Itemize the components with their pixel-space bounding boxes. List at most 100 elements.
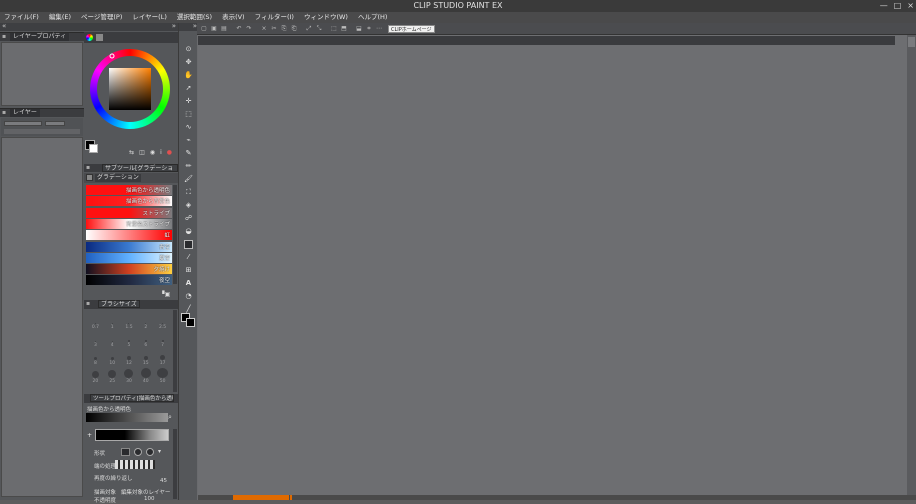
selection-launcher-icon[interactable]: ⬓ [355, 25, 363, 32]
color-wheel-graphic[interactable] [87, 46, 177, 139]
brush-size-cell[interactable]: 25 [104, 368, 121, 384]
save-icon[interactable]: ▤ [220, 25, 228, 32]
airbrush-tool-icon[interactable]: ⛶ [184, 188, 193, 197]
gradient-scrollbar[interactable] [173, 185, 177, 284]
frame-tool-icon[interactable]: ⊞ [184, 266, 193, 275]
brush-size-cell[interactable]: 1 [104, 314, 121, 330]
gradient-preset-item[interactable]: 夕焼け [86, 264, 172, 275]
menu-filter[interactable]: フィルター(I) [255, 12, 294, 23]
color-wheel-icon[interactable] [86, 34, 93, 41]
collapse-icon[interactable]: « [2, 22, 6, 30]
tool-property-scrollbar[interactable] [173, 429, 177, 499]
brush-size-cell[interactable]: 2.5 [154, 314, 171, 330]
tab-subtool-gradient[interactable]: サブツール[グラデーション] [102, 164, 178, 180]
undo-icon[interactable]: ↶ [235, 25, 243, 32]
brush-size-cell[interactable]: 6 [137, 332, 154, 348]
zoom-tool-icon[interactable]: ⊙ [184, 45, 193, 54]
brush-size-cell[interactable]: 1.5 [121, 314, 138, 330]
brush-size-cell[interactable]: 30 [121, 368, 138, 384]
maximize-button[interactable]: □ [894, 1, 902, 11]
menu-page[interactable]: ページ管理(P) [81, 12, 122, 23]
gradient-preset-item[interactable]: 描画色から透明色 [86, 185, 172, 195]
palette-icon[interactable]: ● [167, 149, 172, 157]
brush-size-cell[interactable]: 8 [87, 350, 104, 366]
gradient-preset-item[interactable]: 青空 [86, 241, 172, 252]
brush-size-cell[interactable]: 20 [87, 368, 104, 384]
brush-size-cell[interactable]: 7 [154, 332, 171, 348]
pencil-tool-icon[interactable]: ✏ [184, 162, 193, 171]
menu-layer[interactable]: レイヤー(L) [132, 12, 167, 23]
tab-brush-size[interactable]: ブラシサイズ [98, 300, 140, 308]
gradient-preset-item[interactable]: 描画色から背景色 [86, 196, 172, 207]
menu-help[interactable]: ヘルプ(H) [358, 12, 387, 23]
ellipse-shape-icon[interactable] [146, 448, 154, 456]
invert-selection-icon[interactable]: ⬒ [340, 25, 348, 32]
dock-collapse-bar[interactable]: » [179, 22, 198, 31]
close-button[interactable]: × [907, 1, 914, 11]
cut-icon[interactable]: ✂ [270, 25, 278, 32]
color-wheel[interactable] [87, 46, 177, 139]
menu-view[interactable]: 表示(V) [222, 12, 245, 23]
search-icon[interactable]: ⌕ [168, 413, 172, 422]
dock-collapse-bar[interactable]: » [84, 22, 178, 31]
eyedrop-icon[interactable]: ◉ [150, 149, 155, 157]
brush-size-cell[interactable]: 2 [137, 314, 154, 330]
gradient-new-icon[interactable]: ▝▣ [160, 291, 170, 298]
minimize-button[interactable]: — [880, 1, 888, 11]
panel-menu-icon[interactable]: ▪ [2, 33, 6, 41]
panel-menu-icon[interactable]: ▪ [86, 164, 90, 171]
dock-collapse-bar[interactable]: « [0, 22, 84, 31]
gradient-preset-item[interactable]: 夜空 [86, 275, 172, 286]
brush-size-cell[interactable]: 3 [87, 332, 104, 348]
preset-preview[interactable] [86, 413, 168, 422]
brush-size-cell[interactable]: 12 [121, 350, 138, 366]
move-tool-icon[interactable]: ✥ [184, 58, 193, 67]
redo-icon[interactable]: ↷ [245, 25, 253, 32]
layer-list[interactable] [1, 137, 83, 497]
collapse-icon[interactable]: » [172, 22, 176, 30]
opacity-value[interactable]: 100 [144, 496, 155, 502]
add-stop-icon[interactable]: + [87, 432, 92, 439]
copy-icon[interactable]: ⎘ [280, 25, 288, 32]
panel-menu-icon[interactable]: ▪ [2, 109, 6, 117]
brush-size-cell[interactable]: 15 [137, 350, 154, 366]
expand-icon[interactable]: ▾ [158, 448, 161, 456]
balloon-tool-icon[interactable]: ◔ [184, 292, 193, 301]
tab-gradient[interactable]: グラデーション [95, 174, 141, 182]
blend-tool-icon[interactable]: ☍ [184, 214, 193, 223]
brush-size-cell[interactable]: 0.7 [87, 314, 104, 330]
menu-file[interactable]: ファイル(F) [4, 12, 39, 23]
ruler-icon[interactable]: ⋯ [375, 25, 383, 32]
menu-window[interactable]: ウィンドウ(W) [304, 12, 348, 23]
taskbar-item[interactable] [290, 495, 292, 500]
hand-tool-icon[interactable]: ✋ [184, 71, 193, 80]
tab-layer-property[interactable]: レイヤープロパティ [10, 33, 70, 41]
gradient-editor-bar[interactable] [95, 429, 169, 441]
operation-tool-icon[interactable]: ➚ [184, 84, 193, 93]
edge-options[interactable] [115, 460, 155, 469]
canvas-scrollbar[interactable] [907, 35, 916, 495]
gradient-preset-item[interactable]: 背景色ストライプ [86, 218, 172, 229]
new-file-icon[interactable]: ▢ [200, 25, 208, 32]
gradient-preset-item[interactable]: ストライプ [86, 207, 172, 218]
canvas-area[interactable] [198, 35, 907, 495]
deselect-icon[interactable]: ⬚ [330, 25, 338, 32]
opacity-field[interactable] [45, 121, 65, 126]
brush-size-cell[interactable]: 40 [137, 368, 154, 384]
pen-tool-icon[interactable]: ✎ [184, 149, 193, 158]
scale-icon[interactable]: ⤡ [315, 25, 323, 32]
brush-size-cell[interactable]: 50 [154, 368, 171, 384]
gradient-tool-icon[interactable] [184, 240, 193, 249]
clear-icon[interactable]: ⨯ [260, 25, 268, 32]
sub-color-swatch[interactable] [186, 318, 195, 327]
lasso-tool-icon[interactable]: ∿ [184, 123, 193, 132]
clip-homepage-button[interactable]: CLIPホームページ [388, 25, 435, 33]
selection-tool-icon[interactable]: ⬚ [184, 110, 193, 119]
info-icon[interactable]: ⅰ [160, 149, 162, 157]
figure-tool-icon[interactable]: ⁄ [184, 253, 193, 262]
menu-edit[interactable]: 編集(E) [49, 12, 71, 23]
transform-icon[interactable]: ⤢ [305, 25, 313, 32]
trim-icon[interactable]: ⌗ [365, 25, 373, 32]
linear-shape-icon[interactable] [121, 448, 130, 456]
fill-tool-icon[interactable]: ◒ [184, 227, 193, 236]
